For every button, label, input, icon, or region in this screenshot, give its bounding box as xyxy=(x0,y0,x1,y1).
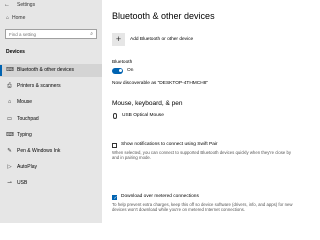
sidebar-item-typing[interactable]: ⌨ Typing xyxy=(0,129,102,142)
add-device-button[interactable]: + Add Bluetooth or other device xyxy=(112,32,206,47)
sidebar-item-bluetooth[interactable]: ⌨ Bluetooth & other devices xyxy=(0,64,102,77)
search-icon[interactable]: ⌕ xyxy=(90,31,93,37)
usb-icon: ⊸ xyxy=(7,180,12,186)
home-link[interactable]: ⌂ Home xyxy=(6,15,25,22)
sidebar-item-pen[interactable]: ✎ Pen & Windows Ink xyxy=(0,145,102,158)
mouse-device-name[interactable]: USB Optical Mouse xyxy=(122,113,164,119)
touchpad-icon: ▭ xyxy=(6,116,13,122)
sidebar-section-title: Devices xyxy=(6,49,25,55)
sidebar-item-label: Mouse xyxy=(17,99,33,105)
metered-description: To help prevent extra charges, keep this… xyxy=(112,202,293,213)
mouse-icon: ⌂ xyxy=(7,99,12,105)
metered-label[interactable]: Download over metered connections xyxy=(121,194,199,200)
sidebar-item-autoplay[interactable]: ▷ AutoPlay xyxy=(0,161,102,174)
sidebar-item-label: Typing xyxy=(17,132,32,138)
plus-icon: + xyxy=(112,33,125,46)
pen-icon: ✎ xyxy=(7,148,12,154)
mouse-section-title: Mouse, keyboard, & pen xyxy=(112,100,183,107)
swift-pair-label[interactable]: Show notifications to connect using Swif… xyxy=(121,142,218,148)
active-indicator xyxy=(0,65,2,76)
sidebar-item-label: Printers & scanners xyxy=(17,83,61,89)
keyboard-icon: ⌨ xyxy=(6,132,14,138)
toggle-knob xyxy=(118,69,122,73)
sidebar-item-touchpad[interactable]: ▭ Touchpad xyxy=(0,113,102,126)
sidebar-item-label: Bluetooth & other devices xyxy=(17,67,74,73)
bluetooth-state: On xyxy=(127,68,134,73)
home-label: Home xyxy=(12,15,26,21)
swift-pair-description: When selected, you can connect to suppor… xyxy=(112,150,292,161)
discoverable-text: Now discoverable as "DESKTOP-4THMCH8" xyxy=(112,81,209,86)
sidebar: ← Settings ⌂ Home Find a setting ⌕ Device… xyxy=(0,0,102,223)
title-bar: ← Settings xyxy=(0,0,102,11)
sidebar-item-usb[interactable]: ⊸ USB xyxy=(0,177,102,190)
bluetooth-devices-icon: ⌨ xyxy=(6,67,14,73)
sidebar-item-mouse[interactable]: ⌂ Mouse xyxy=(0,96,102,109)
search-input[interactable]: Find a setting ⌕ xyxy=(5,29,97,39)
add-device-label: Add Bluetooth or other device xyxy=(130,37,194,42)
sidebar-item-label: USB xyxy=(17,180,28,186)
bluetooth-toggle[interactable] xyxy=(112,68,123,74)
sidebar-item-label: Touchpad xyxy=(17,116,39,122)
bluetooth-label: Bluetooth xyxy=(112,60,133,65)
autoplay-icon: ▷ xyxy=(7,164,12,170)
home-icon: ⌂ xyxy=(6,15,10,21)
sidebar-item-label: Pen & Windows Ink xyxy=(17,148,61,154)
sidebar-item-label: AutoPlay xyxy=(17,164,38,170)
metered-checkbox[interactable]: ✓ xyxy=(112,195,117,200)
swift-pair-checkbox[interactable] xyxy=(112,143,117,148)
app-title: Settings xyxy=(17,2,36,8)
search-placeholder: Find a setting xyxy=(9,32,37,37)
mouse-device-icon xyxy=(113,113,117,119)
page-title: Bluetooth & other devices xyxy=(112,11,215,21)
back-arrow-icon[interactable]: ← xyxy=(4,2,10,8)
printer-icon: ⎙ xyxy=(7,83,12,89)
main-content: Bluetooth & other devices + Add Bluetoot… xyxy=(102,0,300,223)
sidebar-item-printers[interactable]: ⎙ Printers & scanners xyxy=(0,80,102,93)
